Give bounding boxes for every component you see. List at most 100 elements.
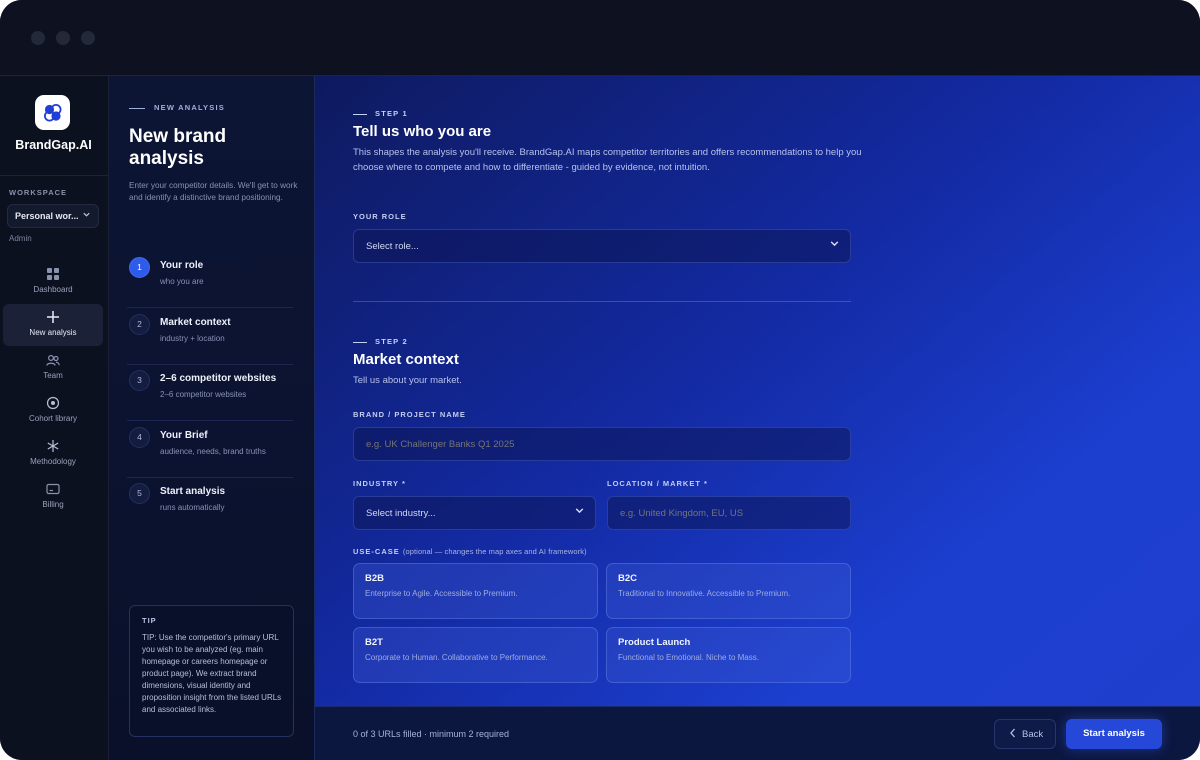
tip-label: TIP <box>142 616 157 625</box>
usecase-title: B2T <box>365 637 383 648</box>
step-item-your-brief[interactable]: 4 Your Brief audience, needs, brand trut… <box>127 422 293 478</box>
sidebar-item-label: Team <box>43 371 63 380</box>
usecase-hint: (optional — changes the map axes and AI … <box>402 547 587 556</box>
dashboard-icon <box>45 266 61 282</box>
main-form: STEP 1 Tell us who you are This shapes t… <box>315 76 1200 706</box>
location-label: LOCATION / MARKET * <box>607 479 708 488</box>
step1-eyebrow: STEP 1 <box>353 109 408 118</box>
sidebar: BrandGap.AI WORKSPACE Personal wor... Ad… <box>0 76 109 760</box>
usecase-subtitle: Traditional to Innovative. Accessible to… <box>618 589 791 598</box>
panel-title: New brand analysis <box>129 126 227 169</box>
step2-eyebrow: STEP 2 <box>353 337 408 346</box>
chevron-left-icon <box>1008 727 1018 742</box>
chevron-down-icon <box>82 210 91 221</box>
usecase-subtitle: Enterprise to Agile. Accessible to Premi… <box>365 589 518 598</box>
sidebar-item-label: Methodology <box>30 457 76 466</box>
tip-box: TIP TIP: Use the competitor's primary UR… <box>129 605 294 737</box>
step-number: 3 <box>129 370 150 391</box>
sidebar-item-label: Billing <box>42 500 64 509</box>
plus-icon <box>45 309 61 325</box>
step-title: Start analysis <box>160 486 226 497</box>
workspace-label: WORKSPACE <box>9 188 68 197</box>
step-subtitle: audience, needs, brand truths <box>160 447 266 456</box>
usecase-card-b2c[interactable]: B2C Traditional to Innovative. Accessibl… <box>606 563 851 619</box>
panel-description: Enter your competitor details. We'll get… <box>129 181 298 202</box>
app-window: BrandGap.AI WORKSPACE Personal wor... Ad… <box>0 0 1200 760</box>
industry-select-value: Select industry... <box>366 508 436 519</box>
steps-panel: NEW ANALYSIS New brand analysis Enter yo… <box>109 76 315 760</box>
step-item-start-analysis[interactable]: 5 Start analysis runs automatically <box>127 478 293 534</box>
usecase-card-product-launch[interactable]: Product Launch Functional to Emotional. … <box>606 627 851 683</box>
step-title: Market context <box>160 317 231 328</box>
industry-label: INDUSTRY * <box>353 479 406 488</box>
step1-description: This shapes the analysis you'll receive.… <box>353 147 862 173</box>
back-button-label: Back <box>1022 729 1044 740</box>
step1-title: Tell us who you are <box>353 123 492 140</box>
back-button[interactable]: Back <box>994 719 1056 749</box>
tip-text: TIP: Use the competitor's primary URL yo… <box>142 633 282 714</box>
step-title: Your role <box>160 260 204 271</box>
sidebar-item-team[interactable]: Team <box>3 347 103 389</box>
window-control-minimize[interactable] <box>56 31 70 45</box>
workspace-role: Admin <box>9 234 32 243</box>
start-analysis-button[interactable]: Start analysis <box>1066 719 1162 749</box>
step-subtitle: runs automatically <box>160 503 225 512</box>
brand-logo-icon[interactable] <box>35 95 70 130</box>
chevron-down-icon <box>574 505 585 519</box>
role-select-value: Select role... <box>366 241 419 252</box>
step-item-competitor-websites[interactable]: 3 2–6 competitor websites 2–6 competitor… <box>127 365 293 421</box>
step-title: 2–6 competitor websites <box>160 373 277 384</box>
window-control-maximize[interactable] <box>81 31 95 45</box>
window-titlebar <box>0 0 1200 76</box>
step-title: Your Brief <box>160 430 208 441</box>
step-subtitle: who you are <box>160 277 204 286</box>
project-name-label: BRAND / PROJECT NAME <box>353 410 466 419</box>
workspace-value: Personal wor... <box>15 211 79 221</box>
location-input[interactable] <box>607 496 851 530</box>
usecase-card-b2b[interactable]: B2B Enterprise to Agile. Accessible to P… <box>353 563 598 619</box>
step-number: 2 <box>129 314 150 335</box>
usecase-label-text: USE-CASE <box>353 547 400 556</box>
sidebar-item-new-analysis[interactable]: New analysis <box>3 304 103 346</box>
step-item-your-role[interactable]: 1 Your role who you are <box>127 252 293 308</box>
usecase-label: USE-CASE (optional — changes the map axe… <box>353 547 587 556</box>
sidebar-item-label: Dashboard <box>33 285 73 294</box>
team-icon <box>45 352 61 368</box>
url-status-text: 0 of 3 URLs filled · minimum 2 required <box>353 729 510 739</box>
role-select[interactable]: Select role... <box>353 229 851 263</box>
usecase-title: B2C <box>618 573 638 584</box>
section-divider <box>353 301 851 302</box>
window-control-close[interactable] <box>31 31 45 45</box>
step2-description: Tell us about your market. <box>353 375 462 386</box>
sidebar-divider <box>0 175 108 176</box>
step-number: 5 <box>129 483 150 504</box>
step-number: 1 <box>129 257 150 278</box>
chevron-down-icon <box>829 238 840 252</box>
step2-title: Market context <box>353 351 459 368</box>
workspace-select[interactable]: Personal wor... <box>7 204 99 228</box>
sidebar-item-billing[interactable]: Billing <box>3 476 103 518</box>
panel-eyebrow: NEW ANALYSIS <box>129 103 225 112</box>
step-subtitle: industry + location <box>160 334 225 343</box>
usecase-title: B2B <box>365 573 385 584</box>
card-icon <box>45 481 61 497</box>
industry-select[interactable]: Select industry... <box>353 496 596 530</box>
usecase-card-b2t[interactable]: B2T Corporate to Human. Collaborative to… <box>353 627 598 683</box>
form-footer: 0 of 3 URLs filled · minimum 2 required … <box>315 706 1200 760</box>
role-label: YOUR ROLE <box>353 212 407 221</box>
usecase-title: Product Launch <box>618 637 691 648</box>
step-subtitle: 2–6 competitor websites <box>160 390 247 399</box>
sidebar-item-methodology[interactable]: Methodology <box>3 433 103 475</box>
brand-name: BrandGap.AI <box>15 138 92 152</box>
sidebar-item-dashboard[interactable]: Dashboard <box>3 261 103 303</box>
usecase-subtitle: Functional to Emotional. Niche to Mass. <box>618 653 759 662</box>
sidebar-item-label: New analysis <box>29 328 77 337</box>
sidebar-item-label: Cohort library <box>28 414 77 423</box>
target-icon <box>45 395 61 411</box>
step-item-market-context[interactable]: 2 Market context industry + location <box>127 309 293 365</box>
asterisk-icon <box>45 438 61 454</box>
project-name-input[interactable] <box>353 427 851 461</box>
step-number: 4 <box>129 427 150 448</box>
usecase-subtitle: Corporate to Human. Collaborative to Per… <box>365 653 548 662</box>
sidebar-item-cohort-library[interactable]: Cohort library <box>3 390 103 432</box>
